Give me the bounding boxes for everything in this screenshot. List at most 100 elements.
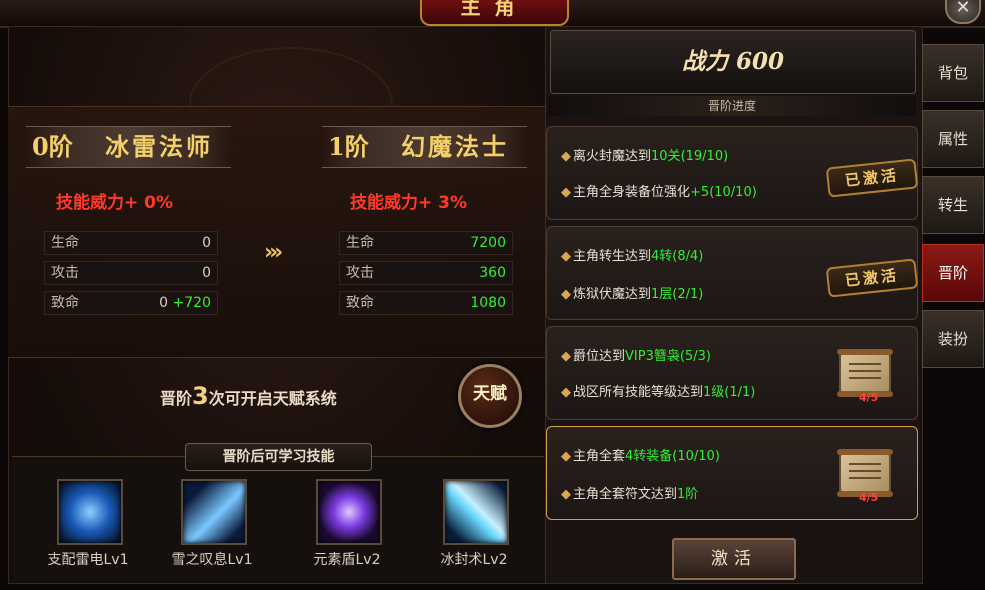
- stat-value: 0: [159, 295, 169, 311]
- next-rank-plate: 1阶 幻魔法士: [322, 126, 527, 168]
- condition-line: ◆ 离火封魔达到10关(19/10): [561, 145, 728, 164]
- skill-element-shield-icon[interactable]: [316, 479, 382, 545]
- stat-row: 致命 0 +720: [44, 291, 218, 315]
- progress-label: 晋阶进度: [548, 96, 916, 116]
- condition-text: 主角全身装备位强化: [573, 185, 691, 200]
- activated-stamp: 已激活: [825, 258, 919, 298]
- condition-text: 主角全套: [573, 449, 626, 464]
- stat-value: 1080: [470, 295, 506, 311]
- condition-line: ◆ 炼狱伏魔达到1层(2/1): [561, 283, 703, 302]
- diamond-icon: ◆: [561, 287, 571, 302]
- stat-label: 致命: [346, 295, 374, 311]
- condition-progress: (10/10): [709, 185, 757, 200]
- combat-power: 战力 600: [681, 48, 785, 75]
- diamond-icon: ◆: [561, 349, 571, 364]
- diamond-icon: ◆: [561, 385, 571, 400]
- condition-text: 爵位达到: [573, 349, 626, 364]
- reward-scroll-icon[interactable]: [837, 449, 893, 497]
- activate-button[interactable]: 激活: [672, 538, 796, 580]
- condition-progress: (19/10): [680, 149, 729, 164]
- condition-target: 1阶: [677, 487, 699, 502]
- condition-card: ◆ 离火封魔达到10关(19/10) ◆ 主角全身装备位强化+5(10/10) 已激…: [546, 126, 919, 220]
- condition-target: 1级: [703, 385, 725, 400]
- condition-card-selected: ◆ 主角全套4转装备(10/10) ◆ 主角全套符文达到1阶 4/5: [546, 426, 918, 520]
- condition-progress: 装备(10/10): [646, 449, 720, 464]
- stat-value: 0: [202, 265, 211, 281]
- talent-button[interactable]: 天赋: [458, 364, 522, 428]
- stat-value: 360: [479, 265, 506, 281]
- reward-scroll-icon[interactable]: [837, 349, 893, 397]
- stat-label: 攻击: [51, 265, 79, 281]
- tab-advance[interactable]: 晋阶: [922, 244, 984, 302]
- talent-text-after: 次可开启天赋系统: [208, 389, 337, 408]
- tab-rebirth[interactable]: 转生: [922, 176, 984, 234]
- condition-target: 4转: [651, 249, 673, 264]
- window-title: 主角: [460, 0, 529, 19]
- stat-label: 攻击: [346, 265, 374, 281]
- tab-bag[interactable]: 背包: [922, 44, 984, 102]
- talent-text-before: 晋阶: [160, 389, 193, 408]
- stat-label: 致命: [51, 295, 79, 311]
- condition-line: ◆ 主角转生达到4转(8/4): [561, 245, 703, 264]
- stat-bonus: +720: [172, 295, 211, 311]
- diamond-icon: ◆: [561, 449, 571, 464]
- condition-text: 战区所有技能等级达到: [573, 385, 704, 400]
- condition-text: 主角转生达到: [573, 249, 652, 264]
- reward-progress-badge: 4/5: [859, 491, 879, 504]
- close-icon: ✕: [955, 0, 971, 18]
- condition-card: ◆ 主角转生达到4转(8/4) ◆ 炼狱伏魔达到1层(2/1) 已激活: [546, 226, 919, 320]
- tab-costume[interactable]: 装扮: [922, 310, 984, 368]
- talent-button-label: 天赋: [473, 384, 507, 404]
- skill-name: 支配雷电Lv1: [47, 552, 129, 568]
- window-title-plate: 主角: [420, 0, 569, 26]
- condition-target: 10关: [651, 149, 681, 164]
- condition-line: ◆ 主角全套符文达到1阶: [561, 483, 698, 502]
- skill-frost-sigh-icon[interactable]: [181, 479, 247, 545]
- tab-attributes[interactable]: 属性: [922, 110, 984, 168]
- stat-row: 致命 1080: [339, 291, 513, 315]
- condition-line: ◆ 主角全身装备位强化+5(10/10): [561, 181, 757, 200]
- talent-unlock-text: 晋阶3次可开启天赋系统: [160, 382, 337, 410]
- next-power-bonus: 技能威力+ 3%: [350, 193, 468, 213]
- condition-card: ◆ 爵位达到VIP3簪袅(5/3) ◆ 战区所有技能等级达到1级(1/1) 4/5: [546, 326, 918, 420]
- stat-row: 攻击 0: [44, 261, 218, 285]
- stat-row: 生命 0: [44, 231, 218, 255]
- next-class-name: 幻魔法士: [401, 132, 510, 161]
- condition-line: ◆ 主角全套4转装备(10/10): [561, 445, 720, 464]
- condition-target: 1层: [651, 287, 673, 302]
- condition-line: ◆ 战区所有技能等级达到1级(1/1): [561, 381, 755, 400]
- current-rank-plate: 0阶 冰雷法师: [26, 126, 231, 168]
- diamond-icon: ◆: [561, 185, 571, 200]
- skill-name: 雪之叹息Lv1: [171, 552, 253, 568]
- stat-row: 生命 7200: [339, 231, 513, 255]
- activated-stamp: 已激活: [825, 158, 919, 198]
- condition-target: VIP3簪袅: [625, 349, 680, 364]
- condition-progress: (8/4): [672, 249, 704, 264]
- skills-header: 晋阶后可学习技能: [185, 443, 372, 471]
- diamond-icon: ◆: [561, 149, 571, 164]
- current-class-name: 冰雷法师: [105, 132, 214, 161]
- skill-ice-seal-icon[interactable]: [443, 479, 509, 545]
- current-power-bonus: 技能威力+ 0%: [56, 193, 174, 213]
- diamond-icon: ◆: [561, 249, 571, 264]
- current-rank: 0阶: [32, 132, 73, 161]
- skill-name: 元素盾Lv2: [313, 552, 381, 568]
- diamond-icon: ◆: [561, 487, 571, 502]
- upgrade-arrow-icon: ›››: [264, 240, 283, 265]
- stat-label: 生命: [346, 235, 374, 251]
- condition-text: 离火封魔达到: [573, 149, 652, 164]
- condition-text: 炼狱伏魔达到: [573, 287, 652, 302]
- skill-lightning-icon[interactable]: [57, 479, 123, 545]
- condition-line: ◆ 爵位达到VIP3簪袅(5/3): [561, 345, 711, 364]
- condition-target: 4转: [625, 449, 647, 464]
- condition-target: +5: [690, 185, 710, 200]
- condition-text: 主角全套符文达到: [573, 487, 678, 502]
- condition-progress: (1/1): [724, 385, 756, 400]
- condition-progress: (5/3): [679, 349, 711, 364]
- combat-power-box: 战力 600: [550, 30, 916, 94]
- talent-count: 3: [192, 382, 209, 410]
- stat-row: 攻击 360: [339, 261, 513, 285]
- stat-label: 生命: [51, 235, 79, 251]
- skill-name: 冰封术Lv2: [440, 552, 508, 568]
- next-rank: 1阶: [328, 132, 369, 161]
